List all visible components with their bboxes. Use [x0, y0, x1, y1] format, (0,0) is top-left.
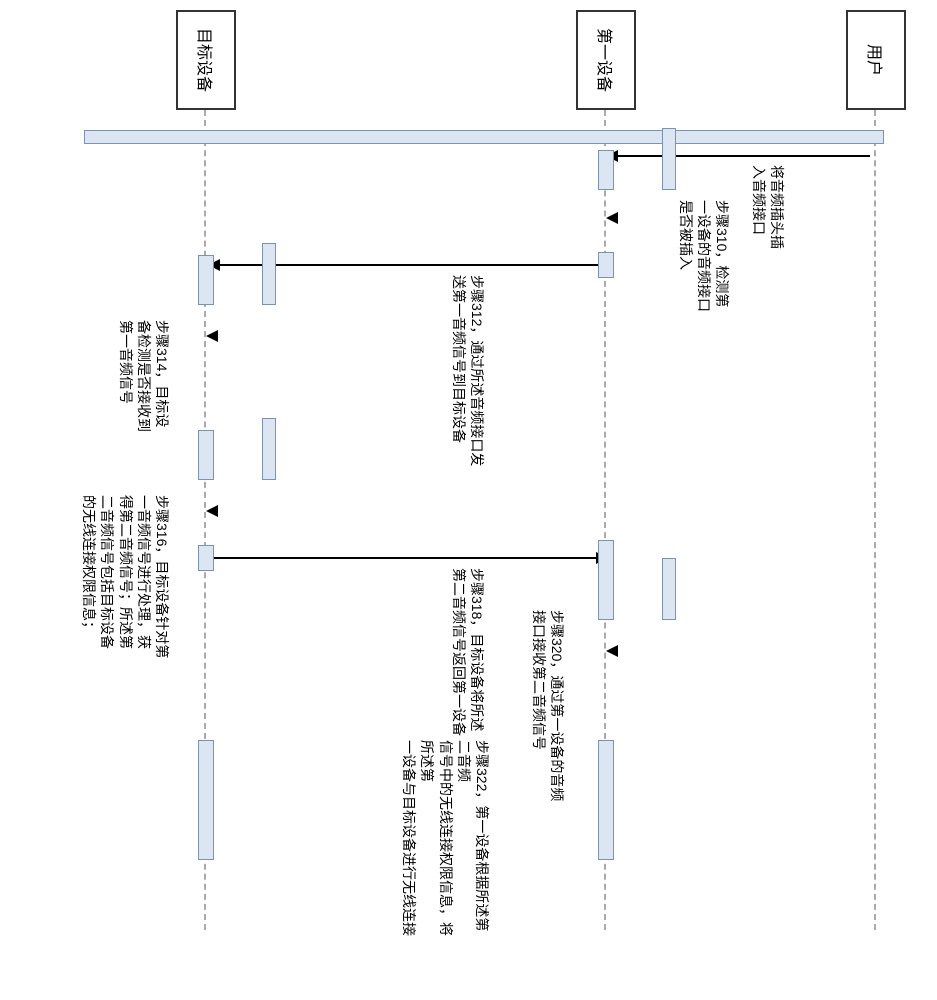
lane-target: 目标设备 [176, 10, 236, 110]
arrow-316-head [206, 505, 218, 517]
activation-322-d1 [598, 740, 614, 860]
lane-target-label: 目标设备 [194, 28, 218, 92]
label-step310: 步骤310，检测第 一设备的音频接口 是否被插入 [676, 200, 731, 312]
label-step312: 步骤312，通过所述音频接口发 送第一音频信号到目标设备 [450, 275, 486, 466]
label-step318: 步骤318，目标设备将所述 第二音频信号返回第一设备 [450, 568, 486, 736]
arrow-318 [214, 557, 598, 559]
self-310-side [662, 128, 676, 190]
self-314-side [262, 243, 276, 305]
self-320-side [662, 558, 676, 620]
arrow-320-head [606, 645, 618, 657]
activation-316 [198, 430, 214, 480]
activation-user [84, 130, 884, 144]
activation-310 [598, 150, 614, 190]
label-step322: 步骤322，第一设备根据所述第二音频 信号中的无线连接权限信息，将所述第 一设备… [400, 740, 491, 937]
activation-318-src [198, 545, 214, 571]
label-step320: 步骤320，通过第一设备的音频 接口接收第二音频信号 [530, 610, 566, 801]
lane-device1-label: 第一设备 [594, 28, 618, 92]
lane-user: 用户 [846, 10, 906, 110]
activation-312-src [598, 252, 614, 278]
label-step314: 步骤314，目标设 备检测是否接收到 第一音频信号 [116, 320, 171, 432]
lane-user-label: 用户 [864, 44, 888, 76]
label-insert-plug: 将音频插头插 入音频接口 [750, 165, 786, 249]
activation-314 [198, 255, 214, 305]
lifeline-user [874, 110, 876, 930]
arrow-310-head [606, 212, 618, 224]
self-316-side [262, 418, 276, 480]
activation-320 [598, 540, 614, 620]
activation-322-tgt [198, 740, 214, 860]
arrow-314-head [206, 330, 218, 342]
sequence-diagram: 用户 第一设备 目标设备 将音频插头插 入音频接口 步骤310，检测第 一设备的… [0, 0, 936, 937]
label-step316: 步骤316，目标设备针对第 一音频信号进行处理，获 得第二音频信号；所述第 二音… [80, 495, 171, 658]
lane-device1: 第一设备 [576, 10, 636, 110]
arrow-insert-plug [612, 155, 870, 157]
